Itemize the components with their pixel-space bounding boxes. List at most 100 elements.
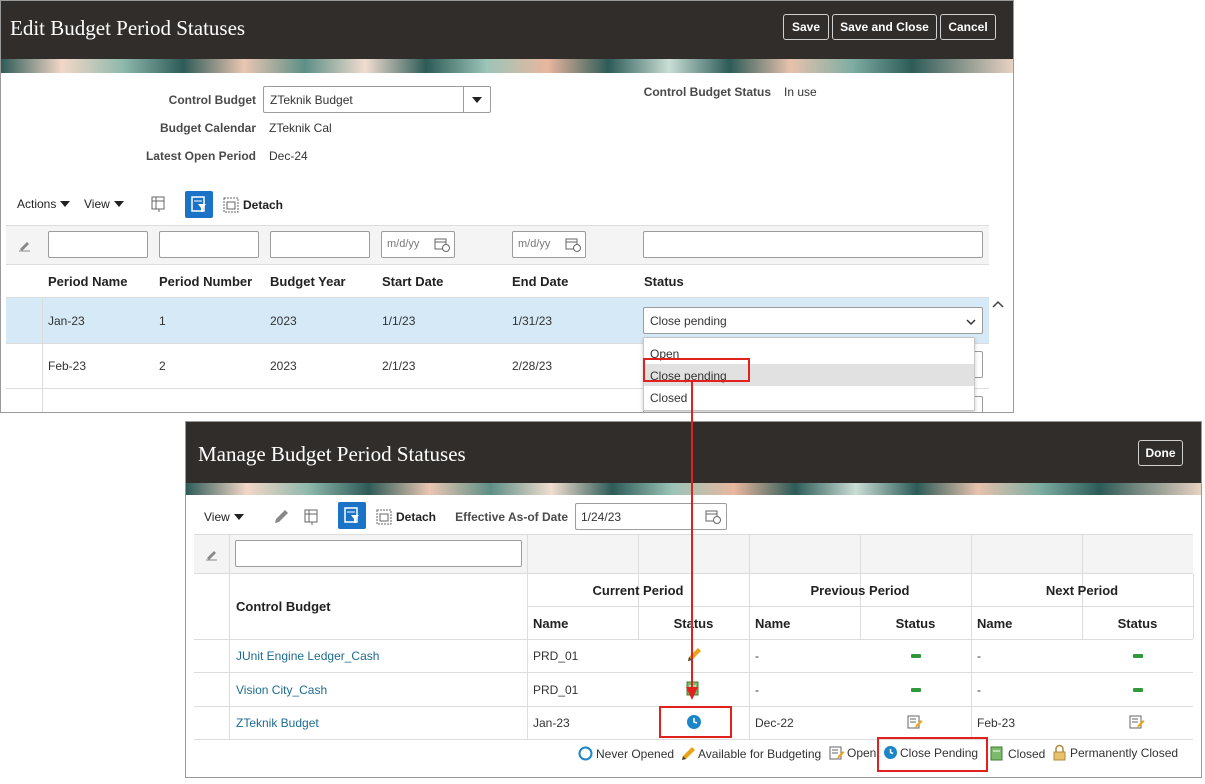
col-budget-year[interactable]: Budget Year xyxy=(270,274,346,289)
col-divider xyxy=(749,534,750,739)
end-date-filter[interactable]: m/d/yy xyxy=(512,231,586,258)
current-name-cell: Jan-23 xyxy=(533,716,570,730)
scroll-up-icon[interactable] xyxy=(989,298,1007,312)
clear-filter-icon[interactable] xyxy=(205,547,219,564)
legend-closed: Closed xyxy=(990,746,1045,762)
calendar-icon[interactable] xyxy=(565,236,581,255)
group-previous-period: Previous Period xyxy=(810,583,910,598)
col-divider xyxy=(1193,574,1194,639)
freeze-icon[interactable] xyxy=(151,195,167,216)
end-date-cell: 1/31/23 xyxy=(512,314,553,328)
control-budget-select[interactable]: ZTeknik Budget xyxy=(263,86,491,113)
col-divider xyxy=(527,534,528,739)
manage-title: Manage Budget Period Statuses xyxy=(198,442,466,466)
start-date-cell: 1/1/23 xyxy=(382,314,416,328)
budget-calendar-value: ZTeknik Cal xyxy=(269,121,332,135)
detach-icon xyxy=(223,197,239,213)
period-name-cell: Jan-23 xyxy=(48,314,85,328)
detach-button[interactable]: Detach xyxy=(223,197,283,213)
control-budget-status-label: Control Budget Status xyxy=(643,85,771,99)
control-budget-link[interactable]: Vision City_Cash xyxy=(236,683,327,697)
date-placeholder: m/d/yy xyxy=(387,238,420,250)
view-menu[interactable]: View xyxy=(84,197,124,211)
col-previous-status[interactable]: Status xyxy=(860,616,971,631)
edit-budget-period-statuses-dialog: Edit Budget Period Statuses Save Save an… xyxy=(0,0,1014,413)
never-opened-icon xyxy=(578,746,593,761)
dropdown-button[interactable] xyxy=(463,87,490,112)
col-current-name[interactable]: Name xyxy=(533,616,568,631)
vertical-scrollbar[interactable] xyxy=(989,298,1007,412)
period-number-cell: 2 xyxy=(159,359,166,373)
detach-button[interactable]: Detach xyxy=(376,509,436,525)
available-for-budgeting-icon xyxy=(682,747,695,760)
col-previous-name[interactable]: Name xyxy=(755,616,790,631)
actions-menu[interactable]: Actions xyxy=(17,197,71,211)
clear-filter-icon[interactable] xyxy=(18,238,32,255)
query-by-example-icon[interactable] xyxy=(185,191,213,218)
next-name-cell: - xyxy=(977,683,981,697)
done-button[interactable]: Done xyxy=(1138,440,1183,466)
col-status[interactable]: Status xyxy=(644,274,684,289)
control-budget-value: ZTeknik Budget xyxy=(270,93,353,107)
budget-year-filter[interactable] xyxy=(270,231,370,258)
legend-label: Permanently Closed xyxy=(1070,745,1179,760)
legend-label: Available for Budgeting xyxy=(698,747,822,761)
col-control-budget[interactable]: Control Budget xyxy=(236,599,331,614)
legend-label: Closed xyxy=(1008,747,1046,761)
legend-never-opened: Never Opened xyxy=(578,746,674,761)
period-name-cell: Feb-23 xyxy=(48,359,87,373)
view-label: View xyxy=(204,510,230,524)
decorative-banner xyxy=(1,59,1013,73)
row-divider xyxy=(194,739,1193,740)
status-select[interactable]: Close pending xyxy=(643,307,983,334)
not-applicable-dash-icon xyxy=(1133,688,1143,692)
effective-date-value: 1/24/23 xyxy=(581,510,622,524)
previous-name-cell: - xyxy=(755,683,759,697)
previous-name-cell: - xyxy=(755,649,759,663)
col-divider xyxy=(229,534,230,739)
period-number-cell: 1 xyxy=(159,314,166,328)
col-period-number[interactable]: Period Number xyxy=(159,274,252,289)
budget-year-cell: 2023 xyxy=(270,314,297,328)
chevron-down-icon xyxy=(60,201,71,207)
legend-open: Open xyxy=(829,745,876,761)
status-select-value: Close pending xyxy=(650,314,727,328)
legend-label: Open xyxy=(847,746,877,760)
edit-pencil-icon[interactable] xyxy=(272,508,290,529)
legend-label: Never Opened xyxy=(596,746,675,761)
control-budget-link[interactable]: JUnit Engine Ledger_Cash xyxy=(236,649,379,663)
control-budget-status-value: In use xyxy=(784,85,817,99)
group-header-divider xyxy=(527,606,1193,607)
col-next-name[interactable]: Name xyxy=(977,616,1012,631)
control-budget-link[interactable]: ZTeknik Budget xyxy=(236,716,319,730)
chevron-down-icon xyxy=(472,96,482,103)
next-name-cell: - xyxy=(977,649,981,663)
query-by-example-icon[interactable] xyxy=(338,502,366,529)
legend-permanently-closed: Permanently Closed xyxy=(1052,744,1178,761)
freeze-icon[interactable] xyxy=(304,508,320,529)
period-name-filter[interactable] xyxy=(48,231,148,258)
chevron-down-icon xyxy=(966,315,976,329)
actions-label: Actions xyxy=(17,197,57,211)
col-start-date[interactable]: Start Date xyxy=(382,274,443,289)
col-end-date[interactable]: End Date xyxy=(512,274,568,289)
save-button[interactable]: Save xyxy=(783,14,829,40)
detach-label: Detach xyxy=(396,510,437,524)
period-number-filter[interactable] xyxy=(159,231,259,258)
view-menu[interactable]: View xyxy=(204,510,244,524)
col-next-status[interactable]: Status xyxy=(1082,616,1193,631)
col-period-name[interactable]: Period Name xyxy=(48,274,127,289)
calendar-icon[interactable] xyxy=(434,236,450,255)
cancel-button[interactable]: Cancel xyxy=(940,14,996,40)
col-divider xyxy=(971,534,972,739)
control-budget-filter[interactable] xyxy=(235,540,522,567)
effective-date-label: Effective As-of Date xyxy=(455,510,568,524)
start-date-filter[interactable]: m/d/yy xyxy=(381,231,455,258)
open-icon xyxy=(1129,714,1145,733)
selector-column-divider xyxy=(42,298,43,412)
status-filter[interactable] xyxy=(643,231,983,258)
budget-year-cell: 2023 xyxy=(270,359,297,373)
latest-open-period-label: Latest Open Period xyxy=(145,149,256,163)
detach-icon xyxy=(376,509,392,525)
save-and-close-button[interactable]: Save and Close xyxy=(832,14,937,40)
